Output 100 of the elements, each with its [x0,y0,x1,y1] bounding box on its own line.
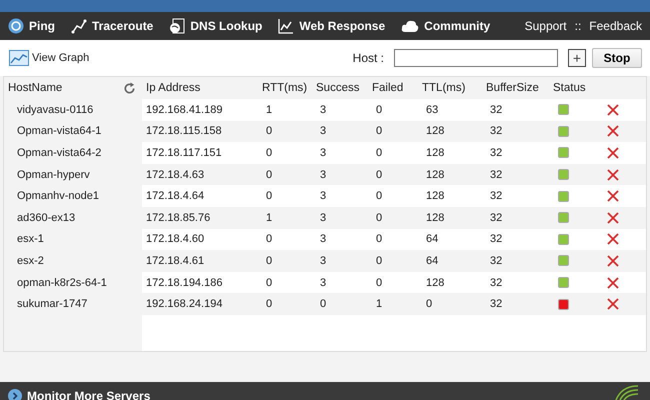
table-cell: 64 [426,233,438,246]
table-cell: 32 [490,168,502,181]
delete-icon[interactable] [607,254,619,267]
table-cell: 192.168.41.189 [146,104,222,116]
delete-icon[interactable] [607,104,619,116]
host-name: opman-k8r2s-64-1 [17,276,107,289]
table-cell: 32 [490,104,502,116]
delete-icon[interactable] [607,276,619,289]
nav-tab[interactable]: Web Response [278,18,386,34]
table-cell: 0 [376,168,382,181]
table-cell: 32 [490,298,502,310]
table-cell: 0 [426,298,432,310]
table-cell: 32 [490,212,502,224]
table-cell: 128 [426,212,444,224]
table-cell: 3 [320,104,326,116]
host-name: sukumar-1747 [17,298,88,310]
globe-document-icon [169,18,186,34]
column-header: RTT(ms) [262,82,308,94]
table-cell: 172.18.4.61 [146,254,204,267]
delete-icon[interactable] [607,212,619,224]
table-cell: 172.18.115.158 [146,125,222,138]
host-label: Host : [352,51,384,65]
host-name: Opmanhv-node1 [17,190,99,202]
table-cell: 32 [490,276,502,289]
host-name: vidyavasu-0116 [17,104,94,116]
host-name: Opman-vista64-1 [17,125,102,138]
table-cell: 128 [426,125,444,138]
table-cell: 0 [266,298,272,310]
table-cell: 63 [426,104,438,116]
table-cell: 0 [320,298,326,310]
table-cell: 0 [376,276,382,289]
table-cell: 0 [266,233,272,246]
host-name: Opman-vista64-2 [17,146,102,159]
table-cell: 128 [426,146,444,159]
monitor-more-link[interactable]: Monitor More Servers [8,389,150,400]
table-cell: 172.18.85.76 [146,212,210,224]
table-cell: 3 [320,212,326,224]
table-cell: 64 [426,254,438,267]
view-graph-button[interactable]: View Graph [9,50,90,66]
column-header: TTL(ms) [422,82,466,94]
host-name: esx-2 [17,254,44,267]
delete-icon[interactable] [607,168,619,181]
table-cell: 128 [426,276,444,289]
table-cell: 0 [376,254,382,267]
table-cell: 128 [426,190,444,202]
table-cell: 32 [490,146,502,159]
table-cell: 172.18.117.151 [146,146,222,159]
delete-icon[interactable] [607,190,619,202]
table-cell: 3 [320,168,326,181]
nav-link[interactable]: Support [524,19,567,33]
table-cell: 0 [376,146,382,159]
table-cell: 1 [266,104,272,116]
table-cell: 172.18.4.63 [146,168,204,181]
delete-icon[interactable] [607,146,619,159]
column-header: Failed [372,82,404,94]
table-cell: 172.18.4.60 [146,233,204,246]
table-cell: 3 [320,146,326,159]
table-cell: 0 [376,190,382,202]
table-cell: 3 [320,276,326,289]
table-cell: 0 [376,104,382,116]
table-cell: 1 [376,298,382,310]
refresh-icon[interactable] [123,82,136,94]
nav-tab[interactable]: Ping [8,18,55,34]
nav-tab[interactable]: DNS Lookup [169,18,262,34]
table-cell: 172.18.4.64 [146,190,204,202]
table-cell: 0 [266,254,272,267]
table-cell: 192.168.24.194 [146,298,222,310]
table-cell: 0 [376,233,382,246]
table-cell: 172.18.194.186 [146,276,222,289]
nav-tab[interactable]: Traceroute [71,18,154,34]
host-name: esx-1 [17,233,44,246]
delete-icon[interactable] [607,125,619,138]
table-cell: 32 [490,125,502,138]
column-header: Status [553,82,586,94]
delete-icon[interactable] [607,298,619,310]
table-cell: 3 [320,190,326,202]
host-name: ad360-ex13 [17,212,76,224]
table-cell: 0 [266,125,272,138]
column-header: BufferSize [486,82,539,94]
table-cell: 1 [266,212,272,224]
host-field[interactable] [394,49,558,67]
column-header: Ip Address [146,82,200,94]
table-cell: 0 [266,190,272,202]
stop-button[interactable]: Stop [592,48,642,68]
host-name: Opman-hyperv [17,168,90,181]
table-cell: 0 [376,125,382,138]
chart-icon [9,50,29,66]
table-cell: 0 [266,276,272,289]
add-button[interactable]: + [568,49,586,67]
table-cell: 0 [266,168,272,181]
column-header: HostName [8,82,62,94]
table-cell: 32 [490,190,502,202]
nav-tab[interactable]: Community [401,19,490,33]
delete-icon[interactable] [607,233,619,246]
separator-text: :: [574,19,582,33]
line-chart-icon [278,18,294,34]
nav-link[interactable]: Feedback [589,19,642,33]
table-cell: 128 [426,168,444,181]
table-cell: 3 [320,125,326,138]
table-cell: 0 [266,146,272,159]
